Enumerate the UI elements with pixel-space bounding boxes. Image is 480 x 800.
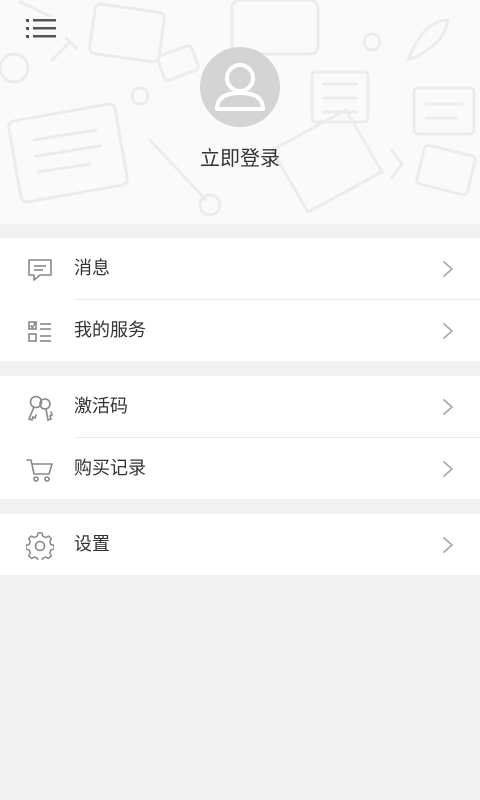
menu-item-label: 激活码 [74,396,128,417]
cart-icon [26,459,53,482]
menu-group-1: 消息 我的服务 [0,238,480,361]
menu-item-settings[interactable]: 设置 [0,514,480,575]
profile-header: 立即登录 [0,0,480,224]
message-icon [28,259,52,281]
empty-content-area [0,575,480,800]
menu-item-my-services[interactable]: 我的服务 [0,300,480,361]
user-silhouette-icon [215,63,265,111]
keys-icon [27,395,53,422]
menu-item-messages[interactable]: 消息 [0,238,480,299]
checklist-icon [28,321,51,342]
chevron-right-icon [443,399,453,415]
gear-icon [26,532,54,560]
chevron-right-icon [443,261,453,277]
menu-group-2: 激活码 购买记录 [0,376,480,499]
chevron-right-icon [443,323,453,339]
menu-group-3: 设置 [0,514,480,575]
chevron-right-icon [443,537,453,553]
menu-item-activation-code[interactable]: 激活码 [0,376,480,437]
menu-item-label: 设置 [74,534,110,555]
menu-icon[interactable] [24,14,58,42]
menu-item-purchase-history[interactable]: 购买记录 [0,438,480,499]
menu-item-label: 我的服务 [74,320,146,341]
menu-item-label: 消息 [74,258,110,279]
login-link[interactable]: 立即登录 [200,146,280,170]
login-area: 立即登录 [0,142,480,171]
avatar[interactable] [200,47,280,127]
menu-item-label: 购买记录 [74,458,146,479]
chevron-right-icon [443,461,453,477]
